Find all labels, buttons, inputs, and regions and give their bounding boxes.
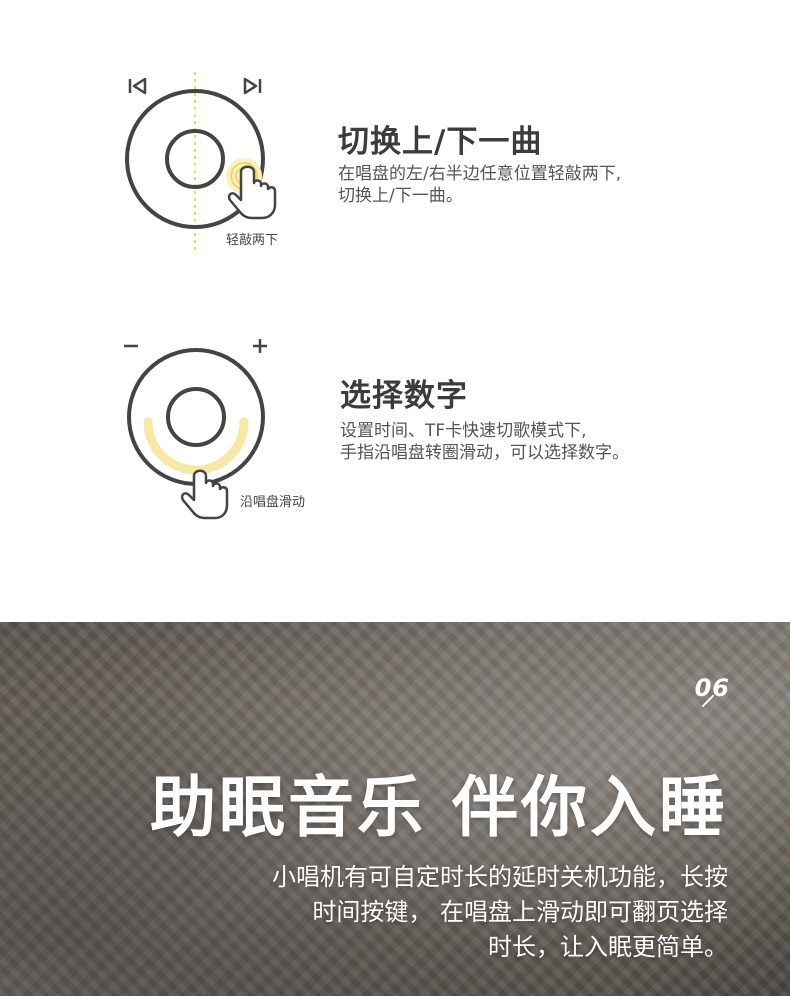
prev-track-icon xyxy=(128,77,147,95)
track-switch-desc-line1: 在唱盘的左/右半边任意位置轻敲两下, xyxy=(338,164,622,184)
number-select-desc-line2: 手指沿唱盘转圈滑动，可以选择数字。 xyxy=(340,443,629,463)
number-select-caption: 沿唱盘滑动 xyxy=(240,495,306,510)
track-switch-caption: 轻敲两下 xyxy=(226,233,279,248)
banner-body-line3: 时长，让入眠更简单。 xyxy=(488,933,728,961)
banner-body-line2: 时间按键， 在唱盘上滑动即可翻页选择 xyxy=(312,898,728,926)
track-switch-diagram xyxy=(125,72,277,250)
track-switch-desc-line2: 切换上/下一曲。 xyxy=(338,186,463,206)
number-select-desc-line1: 设置时间、TF卡快速切歌模式下, xyxy=(340,421,587,441)
number-select-title: 选择数字 xyxy=(340,378,468,414)
banner-body: 小唱机有可自定时长的延时关机功能，长按 时间按键， 在唱盘上滑动即可翻页选择 时… xyxy=(272,860,728,965)
banner-headline: 助眠音乐 伴你入睡 xyxy=(150,769,728,846)
plus-icon xyxy=(253,339,267,353)
next-track-icon xyxy=(243,77,262,95)
banner-body-line1: 小唱机有可自定时长的延时关机功能，长按 xyxy=(272,863,728,891)
sleep-music-banner: 06 助眠音乐 伴你入睡 小唱机有可自定时长的延时关机功能，长按 时间按键， 在… xyxy=(0,622,790,996)
track-switch-title: 切换上/下一曲 xyxy=(338,124,543,160)
